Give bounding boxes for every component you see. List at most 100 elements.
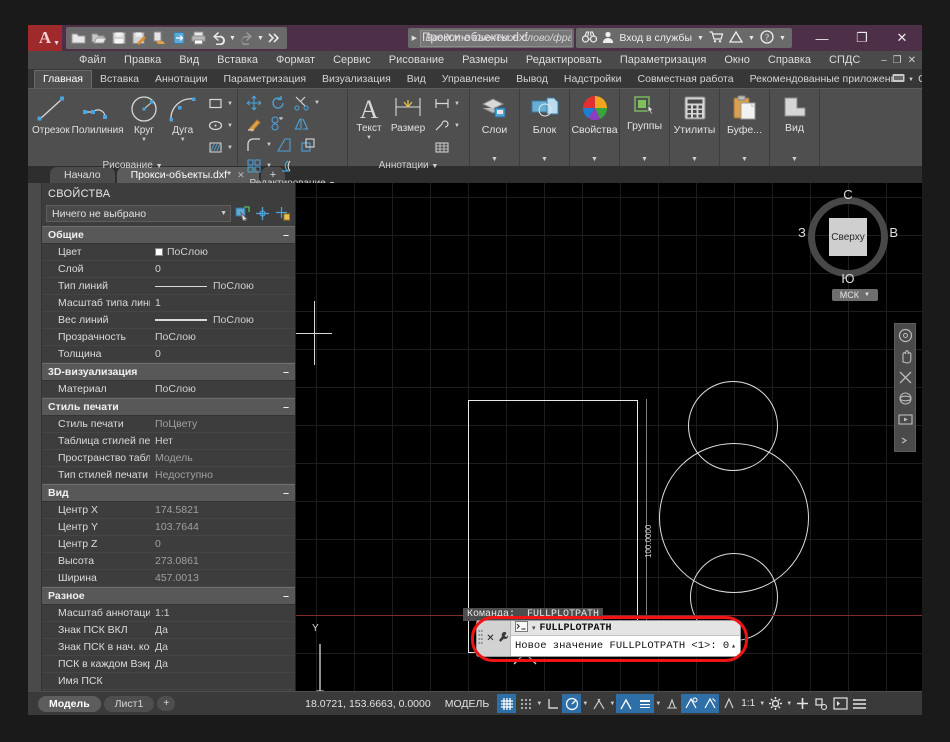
clean-screen-icon[interactable]	[831, 694, 850, 713]
search-expand-icon[interactable]: ▶	[408, 34, 420, 42]
property-value[interactable]: Да	[150, 641, 295, 653]
drag-handle-icon[interactable]	[478, 629, 483, 648]
property-value[interactable]: Нет	[150, 435, 295, 447]
navbar-expand-icon[interactable]	[896, 432, 914, 448]
redo-icon[interactable]	[237, 29, 256, 48]
undo-dropdown-caret[interactable]: ▼	[229, 35, 236, 42]
move-icon[interactable]	[242, 92, 266, 113]
add-layout-button[interactable]: +	[157, 696, 175, 711]
offset-icon[interactable]	[272, 155, 296, 176]
property-row[interactable]: Стиль печатиПоЦвету	[42, 416, 295, 433]
signin-label[interactable]: Вход в службы	[619, 32, 692, 44]
command-window[interactable]: ✕ ▾ FULLPLOTPATH Новое значение FULLP	[476, 620, 741, 657]
property-value[interactable]: ПоСлою	[150, 383, 295, 395]
properties-selection-dropdown[interactable]: Ничего не выбрано ▼	[46, 205, 231, 222]
collapse-icon[interactable]: –	[283, 366, 289, 378]
property-row[interactable]: Имя ПСК	[42, 673, 295, 690]
utilities-panel-expand-icon[interactable]: ▼	[691, 156, 698, 163]
user-icon[interactable]	[602, 31, 614, 46]
properties-section-header[interactable]: 3D-визуализация–	[42, 363, 295, 381]
zoom-icon[interactable]	[896, 369, 914, 385]
menu-item-12[interactable]: СПДС	[820, 51, 869, 69]
circle-button[interactable]: Круг ▼	[126, 92, 163, 143]
object-snap-toggle[interactable]	[589, 694, 608, 713]
minimize-button[interactable]: —	[802, 25, 842, 51]
property-row[interactable]: ЦветПоСлою	[42, 244, 295, 261]
menu-item-3[interactable]: Вставка	[208, 51, 267, 69]
draw-panel-expand-icon[interactable]: ▼	[156, 163, 163, 170]
menu-item-10[interactable]: Окно	[715, 51, 759, 69]
leader-dropdown-caret-icon[interactable]: ▼	[454, 123, 460, 129]
property-row[interactable]: Толщина0	[42, 346, 295, 363]
property-row[interactable]: Ширина457.0013	[42, 570, 295, 587]
ortho-mode-toggle[interactable]	[543, 694, 562, 713]
view-cube-face[interactable]: Сверху	[829, 218, 867, 256]
property-row[interactable]: Визуальный стиль2D-каркас	[42, 690, 295, 691]
ribbon-tab-8[interactable]: Надстройки	[556, 71, 630, 88]
transparency-toggle[interactable]	[662, 694, 681, 713]
workspace-dropdown-caret-icon[interactable]: ▼	[785, 701, 793, 707]
property-value[interactable]: 0	[150, 538, 295, 550]
drawing-canvas[interactable]: 100.0000 Y Команда: _FULLPLOTPATH	[296, 183, 922, 691]
copy-icon[interactable]	[266, 113, 290, 134]
menu-item-8[interactable]: Редактировать	[517, 51, 611, 69]
ribbon-panel-view[interactable]: Вид ▼	[770, 89, 820, 166]
rectangle-icon[interactable]	[203, 93, 227, 114]
snap-dropdown-caret-icon[interactable]: ▼	[535, 701, 543, 707]
property-row[interactable]: Пространство табли...Модель	[42, 450, 295, 467]
autodesk-caret-icon[interactable]: ▼	[748, 35, 755, 42]
ribbon-tab-2[interactable]: Аннотации	[147, 71, 216, 88]
property-value[interactable]: 174.5821	[150, 504, 295, 516]
ellipse-dropdown-caret-icon[interactable]: ▼	[227, 123, 233, 129]
selection-cycling-toggle[interactable]	[681, 694, 700, 713]
menu-item-6[interactable]: Рисование	[380, 51, 453, 69]
snap-mode-toggle[interactable]	[516, 694, 535, 713]
linear-dim-icon[interactable]	[430, 93, 454, 114]
space-indicator[interactable]: МОДЕЛЬ	[445, 698, 490, 710]
property-row[interactable]: Вес линийПоСлою	[42, 312, 295, 329]
view-panel-expand-icon[interactable]: ▼	[791, 156, 798, 163]
property-row[interactable]: Тип стилей печатиНедоступно	[42, 467, 295, 484]
view-cube-west-label[interactable]: З	[798, 225, 806, 240]
rotate-icon[interactable]	[266, 92, 290, 113]
hatch-dropdown-caret-icon[interactable]: ▼	[227, 145, 233, 151]
menu-item-4[interactable]: Формат	[267, 51, 324, 69]
arc-button[interactable]: Дуга ▼	[164, 92, 201, 143]
showmotion-icon[interactable]	[896, 411, 914, 427]
toggle-pickadd-icon[interactable]	[274, 205, 291, 222]
layout-tab-1[interactable]: Лист1	[104, 696, 155, 712]
command-window-close-icon[interactable]: ✕	[486, 633, 494, 644]
trim-icon[interactable]	[290, 92, 314, 113]
maximize-button[interactable]: ❐	[842, 25, 882, 51]
groups-panel-expand-icon[interactable]: ▼	[641, 156, 648, 163]
grid-display-toggle[interactable]	[497, 694, 516, 713]
property-row[interactable]: Центр X174.5821	[42, 502, 295, 519]
arc-dropdown-caret-icon[interactable]: ▼	[180, 137, 186, 143]
property-value[interactable]: 103.7644	[150, 521, 295, 533]
annotation-scale-value[interactable]: 1:1	[738, 698, 758, 709]
property-row[interactable]: Масштаб типа линий1	[42, 295, 295, 312]
export-icon[interactable]	[149, 29, 168, 48]
command-expand-icon[interactable]: ▴	[731, 641, 736, 651]
isolate-objects-icon[interactable]	[812, 694, 831, 713]
property-row[interactable]: Центр Y103.7644	[42, 519, 295, 536]
doc-close-button[interactable]: ✕	[908, 55, 916, 66]
property-value[interactable]: 0	[150, 348, 295, 360]
property-value[interactable]: ПоСлою	[150, 246, 295, 258]
property-row[interactable]: Центр Z0	[42, 536, 295, 553]
command-history-caret-icon[interactable]: ▾	[532, 624, 536, 632]
polar-tracking-toggle[interactable]	[562, 694, 581, 713]
collapse-icon[interactable]: –	[283, 487, 289, 499]
property-row[interactable]: ПСК в каждом Вэкр...Да	[42, 656, 295, 673]
ribbon-panel-utilities[interactable]: Утилиты ▼	[670, 89, 720, 166]
scale-icon[interactable]	[296, 134, 320, 155]
menu-item-2[interactable]: Вид	[170, 51, 208, 69]
property-row[interactable]: Знак ПСК в нач. коо...Да	[42, 639, 295, 656]
scale-dropdown-caret-icon[interactable]: ▼	[758, 701, 766, 707]
quick-select-icon[interactable]	[234, 205, 251, 222]
menu-item-1[interactable]: Правка	[115, 51, 170, 69]
search-input[interactable]: Введите ключевое слово/фразу	[420, 30, 572, 47]
ucs-selector-button[interactable]: МСК ▼	[832, 289, 878, 301]
polyline-button[interactable]: Полилиния	[72, 92, 124, 136]
circle-dropdown-caret-icon[interactable]: ▼	[141, 137, 147, 143]
